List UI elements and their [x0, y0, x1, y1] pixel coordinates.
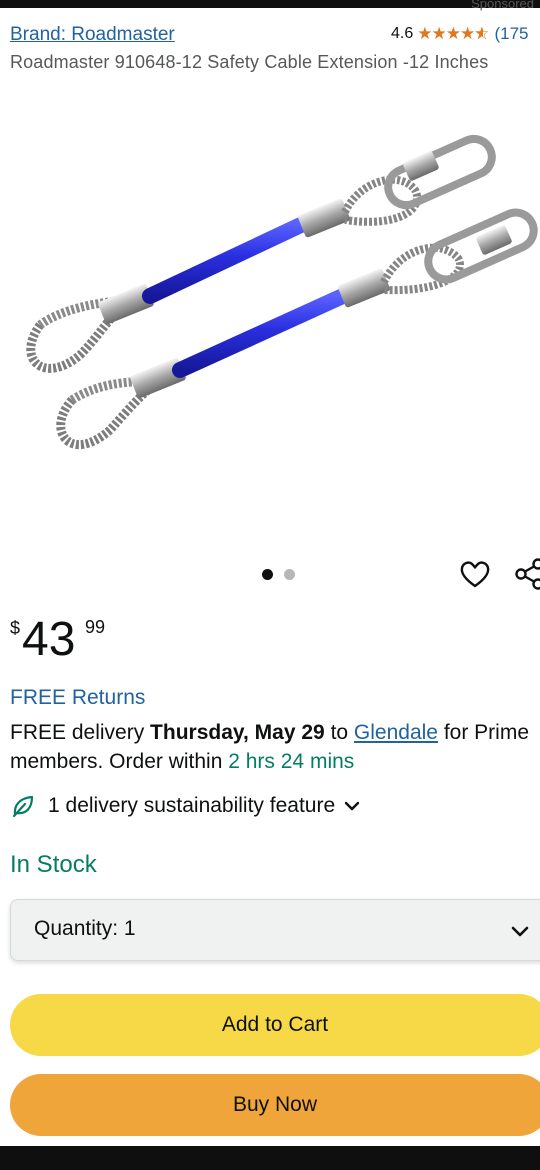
sustainability-label: 1 delivery sustainability feature [48, 794, 336, 817]
add-to-cart-label: Add to Cart [221, 1013, 329, 1036]
navigation-bar [0, 1146, 540, 1170]
order-countdown: 2 hrs 24 mins [228, 750, 355, 773]
delivery-location-link[interactable]: Glendale [354, 721, 438, 744]
rating-summary[interactable]: 4.6 ★★★★☆ ★ (175 [391, 24, 529, 44]
star-rating-icon: ★★★★☆ ★ [417, 24, 489, 43]
brand-link[interactable]: Brand: Roadmaster [10, 24, 175, 46]
quantity-value: 1 [123, 917, 136, 940]
price-symbol: $ [10, 618, 21, 638]
image-carousel-dots[interactable] [262, 569, 295, 580]
delivery-to: to [324, 721, 354, 744]
heart-icon[interactable] [459, 559, 491, 589]
rating-count: (175 [494, 24, 529, 43]
chevron-down-icon [344, 801, 360, 811]
carousel-dot-2[interactable] [284, 569, 295, 580]
status-bar [0, 0, 540, 8]
price-whole: 43 [22, 613, 76, 666]
carousel-dot-1[interactable] [262, 569, 273, 580]
product-title: Roadmaster 910648-12 Safety Cable Extens… [10, 52, 489, 72]
product-image[interactable] [0, 120, 540, 520]
rating-value: 4.6 [391, 25, 414, 42]
cable-lower [56, 208, 538, 449]
price-fraction: 99 [85, 617, 106, 637]
free-returns-link[interactable]: FREE Returns [10, 686, 145, 710]
add-to-cart-button[interactable]: Add to Cart [10, 994, 540, 1056]
brand-rating-row: Brand: Roadmaster 4.6 ★★★★☆ ★ (175 [10, 24, 540, 48]
sponsored-label: Sponsored [471, 0, 534, 11]
delivery-message: FREE delivery Thursday, May 29 to Glenda… [10, 718, 530, 776]
buy-now-button[interactable]: Buy Now [10, 1074, 540, 1136]
stock-status: In Stock [10, 851, 97, 878]
leaf-icon [12, 795, 34, 818]
chevron-down-icon [511, 926, 529, 937]
buy-now-label: Buy Now [232, 1093, 318, 1116]
share-icon[interactable] [514, 558, 540, 590]
quantity-dropdown[interactable]: Quantity: 1 [10, 899, 540, 961]
quantity-label: Quantity: [34, 917, 119, 940]
quantity-text: Quantity: 1 [34, 917, 136, 941]
delivery-prefix: FREE delivery [10, 721, 151, 744]
delivery-date: Thursday, May 29 [150, 721, 325, 744]
sustainability-feature-toggle[interactable]: 1 delivery sustainability feature [10, 791, 361, 821]
